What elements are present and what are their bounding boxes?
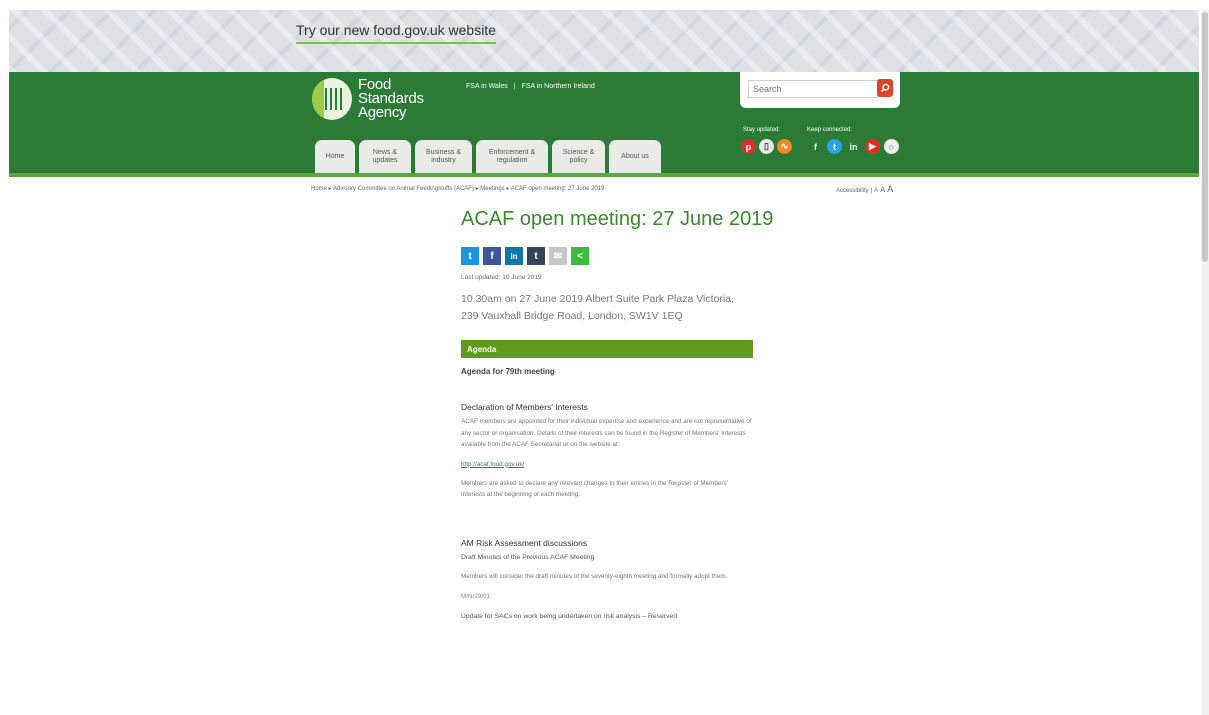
- members-text: Members are asked to declare any relevan…: [461, 479, 728, 499]
- main-nav: Home News & updates Business & industry En…: [315, 140, 661, 173]
- site-banner: [9, 10, 1199, 72]
- share-buttons: t f in t ✉ <: [461, 247, 753, 265]
- acaf-website-link[interactable]: http://acaf.food.gov.uk/: [461, 461, 753, 468]
- update-item: Update for SACs on work being undertaken…: [461, 613, 678, 620]
- tumblr-share-icon[interactable]: t: [527, 247, 545, 265]
- email-share-icon[interactable]: ✉: [549, 247, 567, 265]
- search-box: [740, 72, 900, 108]
- search-button[interactable]: [877, 79, 893, 97]
- header-divider: [9, 173, 1199, 177]
- facebook-icon[interactable]: f: [808, 139, 823, 154]
- nav-tab-enforcement[interactable]: Enforcement & regulation: [476, 140, 548, 173]
- text-size-medium[interactable]: A: [880, 185, 885, 194]
- instagram-icon[interactable]: ○: [884, 139, 899, 154]
- fsa-wales-link[interactable]: FSA in Wales: [466, 83, 508, 90]
- declaration-text: ACAF members are appointed for their ind…: [461, 418, 752, 448]
- fsa-logo[interactable]: Food Standards Agency: [312, 76, 424, 121]
- stay-updated-icons: p ▯ ∿: [741, 139, 792, 154]
- accessibility-label[interactable]: Accessibility: [836, 188, 869, 194]
- draft-minutes-heading: Draft Minutes of the Previous ACAF Meeti…: [461, 553, 595, 561]
- draft-minutes-text: Members will consider the draft minutes …: [461, 572, 728, 580]
- last-updated: Last updated: 10 June 2019: [461, 274, 542, 281]
- accessibility-controls: Accessibility | A A A: [836, 184, 894, 194]
- keep-connected-label: Keep connected:: [807, 127, 853, 133]
- search-icon: [880, 83, 890, 93]
- linkedin-icon[interactable]: in: [846, 139, 861, 154]
- twitter-icon[interactable]: t: [827, 139, 842, 154]
- keep-connected-icons: f t in ▶ ○: [808, 139, 899, 154]
- scrollbar-thumb[interactable]: [1202, 12, 1208, 262]
- link-separator: |: [513, 83, 516, 90]
- breadcrumb[interactable]: Home ▸ Advisory Committee on Animal Feed…: [311, 185, 604, 192]
- am-heading: AM Risk Assessment discussions: [461, 537, 588, 548]
- stay-updated-label: Stay updated:: [743, 127, 781, 133]
- nav-tab-about[interactable]: About us: [609, 140, 661, 173]
- new-site-link[interactable]: Try our new food.gov.uk website: [296, 22, 496, 44]
- agenda-header: Agenda: [461, 340, 753, 358]
- fsa-ni-link[interactable]: FSA in Northern Ireland: [522, 83, 595, 90]
- agenda-subtitle: Agenda for 79th meeting: [461, 367, 555, 376]
- nav-tab-business[interactable]: Business & industry: [415, 140, 472, 173]
- nav-tab-home[interactable]: Home: [315, 140, 355, 173]
- declaration-heading: Declaration of Members' Interests: [461, 402, 588, 412]
- linkedin-share-icon[interactable]: in: [505, 247, 523, 265]
- pinterest-icon[interactable]: p: [741, 139, 756, 154]
- facebook-share-icon[interactable]: f: [483, 247, 501, 265]
- logo-text: Food Standards Agency: [358, 76, 424, 121]
- nav-tab-science[interactable]: Science & policy: [552, 140, 605, 173]
- page-title: ACAF open meeting: 27 June 2019: [461, 208, 774, 230]
- regional-links: FSA in Wales | FSA in Northern Ireland: [466, 83, 595, 90]
- share-icon[interactable]: <: [571, 247, 589, 265]
- logo-icon: [312, 78, 352, 120]
- youtube-icon[interactable]: ▶: [865, 139, 880, 154]
- meeting-location: 10.30am on 27 June 2019 Albert Suite Par…: [461, 293, 734, 322]
- nav-tab-news[interactable]: News & updates: [359, 140, 411, 173]
- text-size-large[interactable]: A: [887, 184, 893, 194]
- text-size-small[interactable]: A: [874, 188, 878, 194]
- twitter-share-icon[interactable]: t: [461, 247, 479, 265]
- main-content: ACAF open meeting: 27 June 2019 t f in t…: [461, 208, 774, 620]
- search-input[interactable]: [748, 80, 878, 98]
- rss-icon[interactable]: ∿: [777, 139, 792, 154]
- mobile-icon[interactable]: ▯: [759, 139, 774, 154]
- minutes-reference: MIN/19/01: [461, 593, 491, 600]
